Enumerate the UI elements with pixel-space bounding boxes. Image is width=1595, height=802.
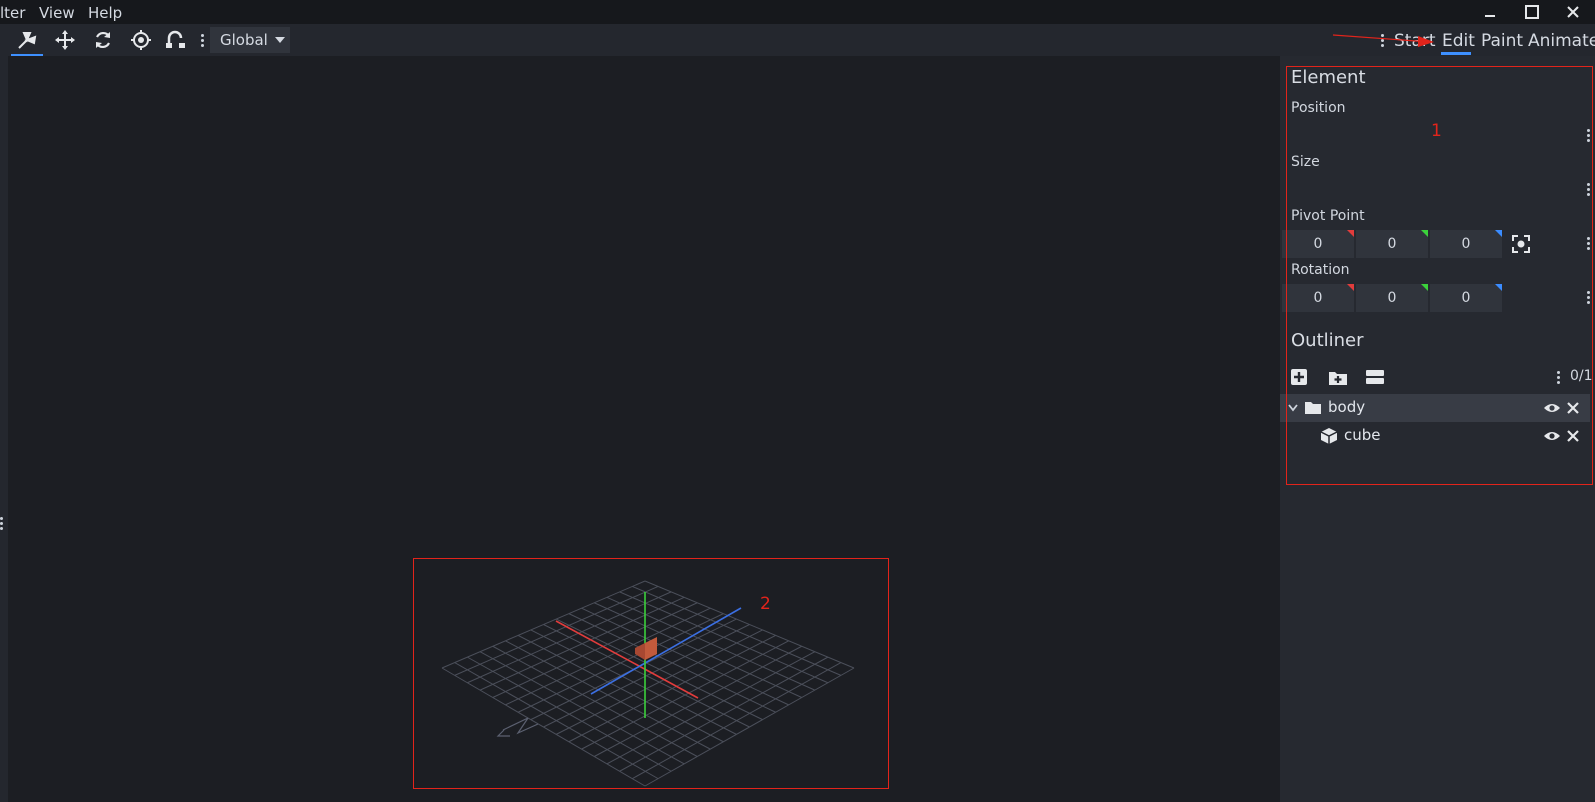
- transform-space-select[interactable]: Global: [210, 27, 290, 53]
- menu-view[interactable]: View: [39, 4, 75, 22]
- vertex-snap-tool-icon[interactable]: [163, 28, 191, 52]
- minimize-icon[interactable]: [1475, 0, 1505, 24]
- rotate-tool-icon[interactable]: [89, 28, 117, 52]
- left-panel-edge[interactable]: [0, 56, 8, 802]
- annotation-label-1: 1: [1431, 121, 1442, 141]
- close-icon[interactable]: [1558, 0, 1588, 24]
- tab-paint[interactable]: Paint: [1481, 31, 1523, 51]
- move-tool-icon[interactable]: [51, 28, 79, 52]
- annotation-arrow: [1332, 34, 1434, 47]
- toolbar-more-icon[interactable]: [201, 33, 205, 49]
- tab-animate[interactable]: Animate: [1528, 31, 1595, 51]
- transform-space-value: Global: [220, 31, 268, 49]
- active-tab-indicator: [1441, 52, 1471, 55]
- menu-filter[interactable]: lter: [0, 4, 25, 22]
- maximize-icon[interactable]: [1517, 0, 1547, 24]
- annotation-box-2: [413, 558, 889, 789]
- menu-bar: lter View Help: [0, 0, 1595, 24]
- pivot-point-tool-icon[interactable]: [127, 28, 155, 52]
- pivot-tool-icon[interactable]: [11, 28, 43, 56]
- menu-help[interactable]: Help: [88, 4, 122, 22]
- chevron-down-icon: [274, 37, 285, 43]
- left-panel-handle-icon[interactable]: [0, 516, 4, 532]
- annotation-label-2: 2: [760, 594, 771, 614]
